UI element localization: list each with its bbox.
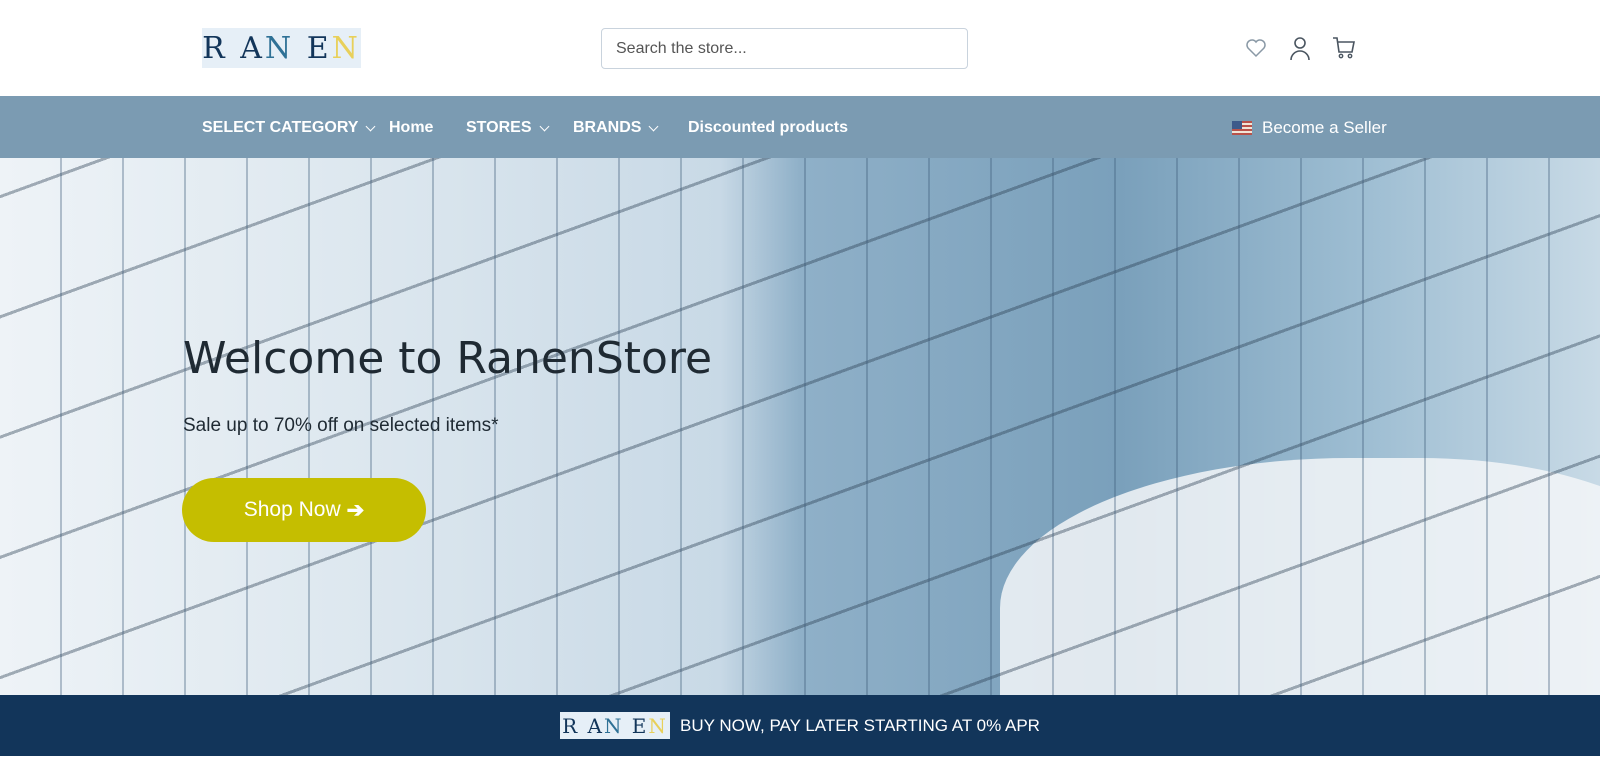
nav-label: BRANDS (573, 119, 642, 136)
logo[interactable]: R A N E N (202, 28, 361, 68)
nav-label: STORES (466, 119, 532, 136)
arrow-right-icon: ➔ (346, 498, 365, 522)
hero-subtitle: Sale up to 70% off on selected items* (183, 415, 499, 436)
shop-now-button[interactable]: Shop Now ➔ (182, 478, 426, 542)
heart-icon[interactable] (1244, 34, 1268, 62)
search-input[interactable] (601, 28, 968, 69)
user-icon[interactable] (1288, 34, 1312, 62)
nav-label: Home (389, 119, 434, 136)
flag-icon (1232, 121, 1252, 135)
seller-label: Become a Seller (1262, 118, 1387, 137)
header: R A N E N (0, 0, 1600, 96)
hero-banner: Welcome to RanenStore Sale up to 70% off… (0, 158, 1600, 695)
nav-brands[interactable]: BRANDS (573, 119, 659, 137)
hero-title: Welcome to RanenStore (183, 333, 713, 384)
become-seller-link[interactable]: Become a Seller (1232, 118, 1387, 138)
cart-icon[interactable] (1332, 34, 1356, 62)
promo-text: BUY NOW, PAY LATER STARTING AT 0% APR (680, 715, 1040, 735)
chevron-down-icon (649, 121, 659, 131)
nav-stores[interactable]: STORES (466, 119, 549, 137)
nav-discounted[interactable]: Discounted products (688, 119, 848, 137)
main-nav: SELECT CATEGORY Home STORES BRANDS Disco… (0, 96, 1600, 158)
nav-label: SELECT CATEGORY (202, 119, 359, 136)
promo-bar: R A N E N BUY NOW, PAY LATER STARTING AT… (0, 695, 1600, 756)
promo-logo: R A N E N (560, 712, 671, 739)
nav-select-category[interactable]: SELECT CATEGORY (202, 119, 376, 137)
chevron-down-icon (539, 121, 549, 131)
nav-home[interactable]: Home (389, 119, 433, 137)
button-label: Shop Now (243, 498, 341, 521)
nav-label: Discounted products (688, 119, 849, 136)
chevron-down-icon (366, 121, 376, 131)
